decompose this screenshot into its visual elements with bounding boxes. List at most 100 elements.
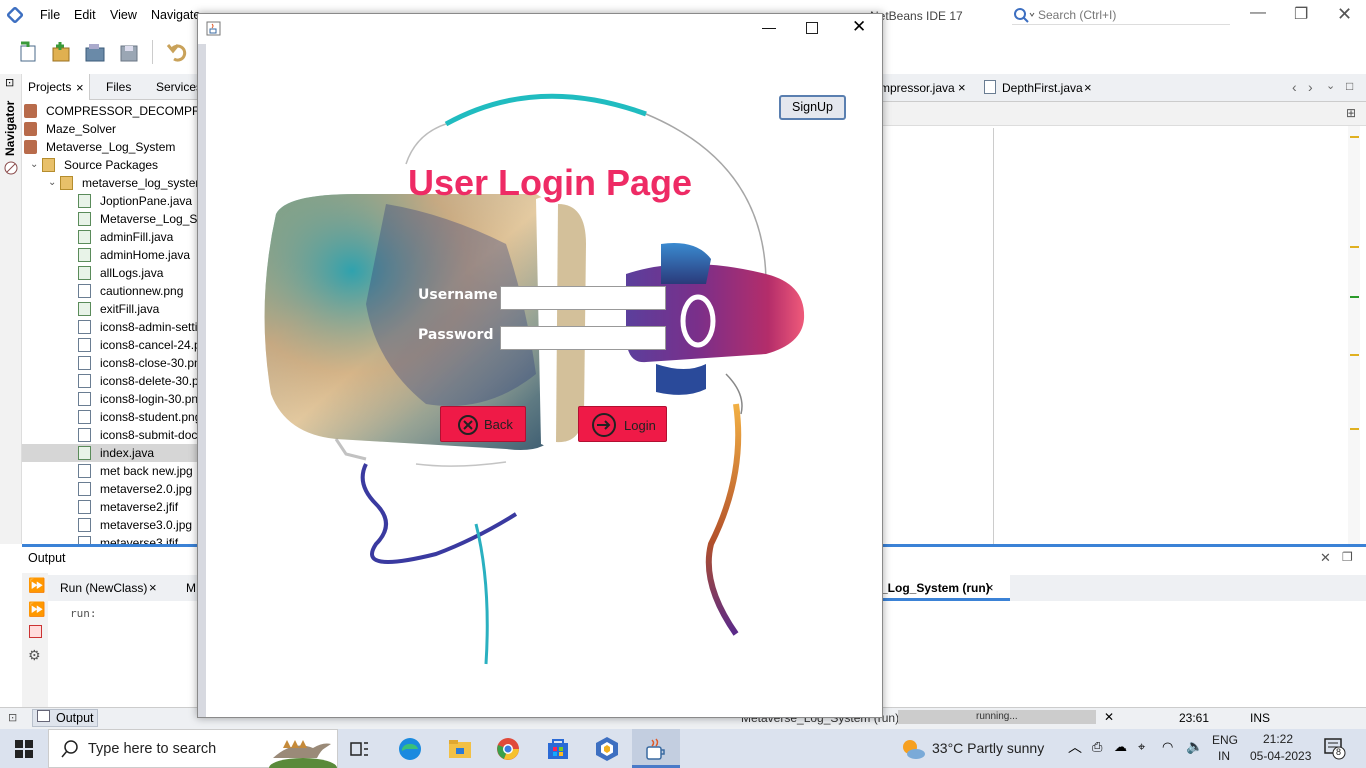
output-toggle[interactable]: Output <box>56 711 94 725</box>
tree-item[interactable]: icons8-admin-settings <box>22 318 197 336</box>
tree-item[interactable]: metaverse2.0.jpg <box>22 480 197 498</box>
tree-item[interactable]: ⌄ Source Packages <box>22 156 197 174</box>
chevron-down-icon[interactable]: ⌄ <box>48 174 56 192</box>
tree-item[interactable]: metaverse2.jfif <box>22 498 197 516</box>
menu-file[interactable]: File <box>40 8 60 22</box>
tree-item[interactable]: adminHome.java <box>22 246 197 264</box>
editor-tab-compressor[interactable]: mpressor.java <box>880 81 955 95</box>
restore-icon[interactable]: ❐ <box>1294 4 1308 24</box>
task-view-icon[interactable] <box>350 739 370 759</box>
close-tab-icon[interactable]: × <box>958 80 966 95</box>
notification-icon[interactable] <box>1324 738 1346 760</box>
clock-time[interactable]: 21:22 <box>1263 732 1293 746</box>
editor-tab-depthfirst[interactable]: DepthFirst.java <box>1002 81 1083 95</box>
wifi-icon[interactable]: ◠ <box>1162 739 1173 755</box>
chevron-down-icon[interactable]: ⌄ <box>1326 79 1335 92</box>
netbeans-icon[interactable] <box>594 736 620 762</box>
username-field[interactable] <box>500 286 666 310</box>
device-icon[interactable]: ⎙ <box>1092 739 1102 755</box>
tree-item[interactable]: exitFill.java <box>22 300 197 318</box>
split-icon[interactable]: ⊞ <box>1346 106 1356 120</box>
tree-item[interactable]: JoptionPane.java <box>22 192 197 210</box>
cancel-run-icon[interactable]: ✕ <box>1104 710 1114 724</box>
tree-item[interactable]: Metaverse_Log_System.java <box>22 210 197 228</box>
output-tab-m[interactable]: M <box>186 581 196 595</box>
tree-item[interactable]: Metaverse_Log_System <box>22 138 197 156</box>
tree-item[interactable]: icons8-student.png <box>22 408 197 426</box>
editor-toolbar: ⊞ <box>880 102 1366 126</box>
camera-icon[interactable]: ⌖ <box>1138 739 1145 755</box>
close-icon[interactable]: ✕ <box>1337 4 1352 25</box>
scroll-right-icon[interactable]: › <box>1308 79 1313 95</box>
restore-icon[interactable]: ❐ <box>1342 550 1353 564</box>
close-tab-icon[interactable]: × <box>149 580 157 595</box>
code-editor[interactable]: ⊞ <box>880 102 1366 544</box>
close-tab-icon[interactable]: × <box>986 580 994 595</box>
menu-view[interactable]: View <box>110 8 137 22</box>
minimize-panel-icon[interactable]: ⊡ <box>8 711 17 724</box>
output-tab-log-system-run[interactable]: _Log_System (run) <box>881 581 990 595</box>
edge-icon[interactable] <box>398 737 422 761</box>
volume-icon[interactable]: 🔈 <box>1186 738 1203 755</box>
rerun-icon[interactable]: ⏩ <box>28 577 45 594</box>
tree-item[interactable]: icons8-submit-document <box>22 426 197 444</box>
tree-item[interactable]: Maze_Solver <box>22 120 197 138</box>
save-all-icon[interactable] <box>118 41 140 63</box>
stop-icon[interactable] <box>29 625 42 638</box>
tree-item[interactable]: COMPRESSOR_DECOMPRESSOR <box>22 102 197 120</box>
minimize-icon[interactable]: — <box>762 19 776 35</box>
output-tab-run-newclass[interactable]: Run (NewClass) <box>60 581 147 595</box>
rerun-with-params-icon[interactable]: ⏩ <box>28 601 45 618</box>
tab-files[interactable]: Files <box>106 80 131 94</box>
tree-item[interactable]: cautionnew.png <box>22 282 197 300</box>
windows-start-icon[interactable] <box>15 740 33 758</box>
clock-date[interactable]: 05-04-2023 <box>1250 749 1311 763</box>
close-tab-icon[interactable]: × <box>1084 80 1092 95</box>
tree-item[interactable]: adminFill.java <box>22 228 197 246</box>
tab-services[interactable]: Services <box>156 80 197 94</box>
settings-icon[interactable]: ⚙ <box>28 647 41 664</box>
search-input[interactable]: Search (Ctrl+I) <box>1012 5 1230 25</box>
password-field[interactable] <box>500 326 666 350</box>
language-region[interactable]: IN <box>1218 749 1230 763</box>
back-button[interactable]: Back <box>440 406 526 442</box>
tab-projects[interactable]: Projects <box>28 80 71 94</box>
taskbar-search[interactable]: Type here to search <box>48 729 338 768</box>
navigator-icon[interactable] <box>4 161 19 176</box>
store-icon[interactable] <box>546 737 570 761</box>
scroll-left-icon[interactable]: ‹ <box>1292 79 1297 95</box>
tree-item[interactable]: icons8-cancel-24.png <box>22 336 197 354</box>
close-icon[interactable]: ✕ <box>852 17 866 37</box>
tree-item[interactable]: icons8-delete-30.png <box>22 372 197 390</box>
tree-item[interactable]: icons8-close-30.png <box>22 354 197 372</box>
minimize-panel-icon[interactable]: ⊡ <box>5 76 14 89</box>
weather-text[interactable]: 33°C Partly sunny <box>932 740 1044 756</box>
navigator-label[interactable]: Navigator <box>3 101 17 156</box>
new-file-icon[interactable] <box>18 41 40 63</box>
new-project-icon[interactable] <box>50 41 72 63</box>
chrome-icon[interactable] <box>496 737 520 761</box>
file-explorer-icon[interactable] <box>448 738 472 760</box>
language-code[interactable]: ENG <box>1212 733 1238 747</box>
undo-icon[interactable] <box>166 41 190 63</box>
chevron-down-icon[interactable]: ⌄ <box>30 156 38 174</box>
menu-edit[interactable]: Edit <box>74 8 96 22</box>
minimize-icon[interactable]: — <box>1250 4 1266 22</box>
tree-item[interactable]: index.java <box>22 444 197 462</box>
tree-item[interactable]: metaverse3.jfif <box>22 534 197 544</box>
login-button[interactable]: Login <box>578 406 667 442</box>
tree-item[interactable]: metaverse3.0.jpg <box>22 516 197 534</box>
cloud-icon[interactable]: ☁ <box>1114 739 1127 755</box>
tree-item[interactable]: met back new.jpg <box>22 462 197 480</box>
tree-item[interactable]: allLogs.java <box>22 264 197 282</box>
signup-button[interactable]: SignUp <box>779 95 846 120</box>
open-project-icon[interactable] <box>84 41 106 63</box>
tree-item[interactable]: icons8-login-30.png <box>22 390 197 408</box>
chevron-up-icon[interactable]: ︿ <box>1068 737 1082 757</box>
tree-item[interactable]: ⌄ metaverse_log_system <box>22 174 197 192</box>
maximize-icon[interactable]: □ <box>1346 79 1353 93</box>
close-icon[interactable]: ✕ <box>1320 550 1331 566</box>
close-tab-icon[interactable]: × <box>76 80 84 95</box>
menu-navigate[interactable]: Navigate <box>151 8 200 22</box>
maximize-icon[interactable] <box>806 22 818 34</box>
